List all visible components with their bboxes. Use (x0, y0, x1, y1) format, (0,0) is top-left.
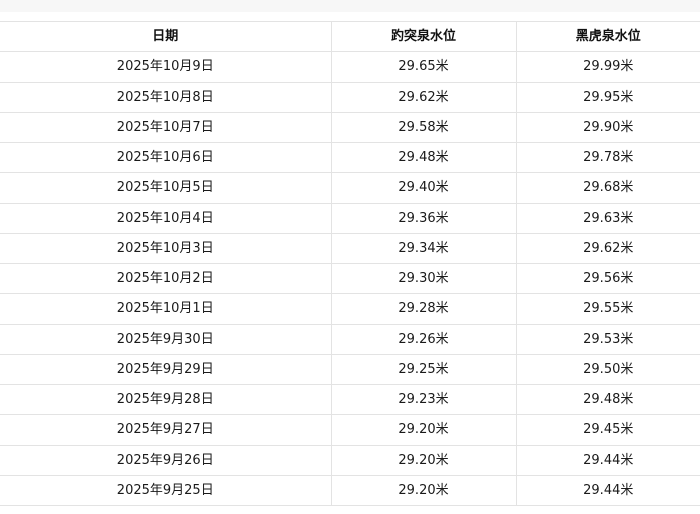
cell-heihu-level: 29.95米 (515, 81, 700, 113)
cell-heihu-level: 29.55米 (515, 293, 700, 325)
cell-date: 2025年10月7日 (0, 111, 332, 144)
cell-heihu-level: 29.56米 (515, 262, 700, 295)
cell-baotu-level: 29.65米 (330, 51, 517, 83)
table-row: 2025年10月9日 29.65米 29.99米 (0, 51, 700, 83)
cell-date: 2025年10月6日 (0, 141, 332, 174)
cell-baotu-level: 29.23米 (330, 383, 517, 416)
cell-baotu-level: 29.28米 (330, 293, 517, 325)
cell-date: 2025年9月28日 (0, 383, 332, 416)
cell-heihu-level: 29.53米 (515, 323, 700, 355)
table-row: 2025年9月25日 29.20米 29.44米 (0, 474, 700, 507)
cell-baotu-level: 29.25米 (330, 353, 517, 386)
cell-date: 2025年10月2日 (0, 262, 332, 295)
header-baotu-spring-level: 趵突泉水位 (330, 20, 517, 53)
table-row: 2025年9月28日 29.23米 29.48米 (0, 383, 700, 416)
cell-heihu-level: 29.50米 (515, 353, 700, 386)
cell-date: 2025年9月25日 (0, 474, 332, 507)
table-row: 2025年10月5日 29.40米 29.68米 (0, 172, 700, 204)
table-row: 2025年10月4日 29.36米 29.63米 (0, 202, 700, 234)
cell-date: 2025年10月1日 (0, 293, 332, 325)
cell-baotu-level: 29.48米 (330, 141, 517, 174)
cell-heihu-level: 29.78米 (515, 141, 700, 174)
water-level-table: 日期 趵突泉水位 黑虎泉水位 2025年10月9日 29.65米 29.99米 … (0, 20, 700, 507)
table-row: 2025年9月26日 29.20米 29.44米 (0, 444, 700, 476)
cell-baotu-level: 29.58米 (330, 111, 517, 144)
table-row: 2025年9月30日 29.26米 29.53米 (0, 323, 700, 355)
table-row: 2025年9月27日 29.20米 29.45米 (0, 414, 700, 446)
cell-heihu-level: 29.48米 (515, 383, 700, 416)
cell-baotu-level: 29.62米 (330, 81, 517, 113)
cell-date: 2025年10月8日 (0, 81, 332, 113)
top-bar (0, 0, 700, 12)
cell-baotu-level: 29.34米 (330, 232, 517, 265)
cell-heihu-level: 29.90米 (515, 111, 700, 144)
cell-baotu-level: 29.20米 (330, 474, 517, 507)
cell-heihu-level: 29.45米 (515, 414, 700, 446)
table-row: 2025年10月7日 29.58米 29.90米 (0, 111, 700, 144)
header-date: 日期 (0, 20, 332, 53)
cell-baotu-level: 29.20米 (330, 414, 517, 446)
cell-baotu-level: 29.26米 (330, 323, 517, 355)
cell-date: 2025年10月4日 (0, 202, 332, 234)
cell-baotu-level: 29.40米 (330, 172, 517, 204)
cell-heihu-level: 29.68米 (515, 172, 700, 204)
table-row: 2025年10月2日 29.30米 29.56米 (0, 262, 700, 295)
table-row: 2025年10月6日 29.48米 29.78米 (0, 141, 700, 174)
cell-date: 2025年9月27日 (0, 414, 332, 446)
cell-date: 2025年9月30日 (0, 323, 332, 355)
cell-date: 2025年9月26日 (0, 444, 332, 476)
cell-date: 2025年10月3日 (0, 232, 332, 265)
cell-date: 2025年9月29日 (0, 353, 332, 386)
cell-date: 2025年10月5日 (0, 172, 332, 204)
table-row: 2025年10月8日 29.62米 29.95米 (0, 81, 700, 113)
cell-heihu-level: 29.63米 (515, 202, 700, 234)
cell-baotu-level: 29.36米 (330, 202, 517, 234)
table-row: 2025年10月3日 29.34米 29.62米 (0, 232, 700, 265)
cell-heihu-level: 29.44米 (515, 474, 700, 507)
table-row: 2025年9月29日 29.25米 29.50米 (0, 353, 700, 386)
cell-heihu-level: 29.62米 (515, 232, 700, 265)
cell-heihu-level: 29.44米 (515, 444, 700, 476)
header-heihu-spring-level: 黑虎泉水位 (515, 20, 700, 53)
cell-baotu-level: 29.20米 (330, 444, 517, 476)
cell-heihu-level: 29.99米 (515, 51, 700, 83)
cell-date: 2025年10月9日 (0, 51, 332, 83)
table-header-row: 日期 趵突泉水位 黑虎泉水位 (0, 20, 700, 53)
table-row: 2025年10月1日 29.28米 29.55米 (0, 293, 700, 325)
cell-baotu-level: 29.30米 (330, 262, 517, 295)
